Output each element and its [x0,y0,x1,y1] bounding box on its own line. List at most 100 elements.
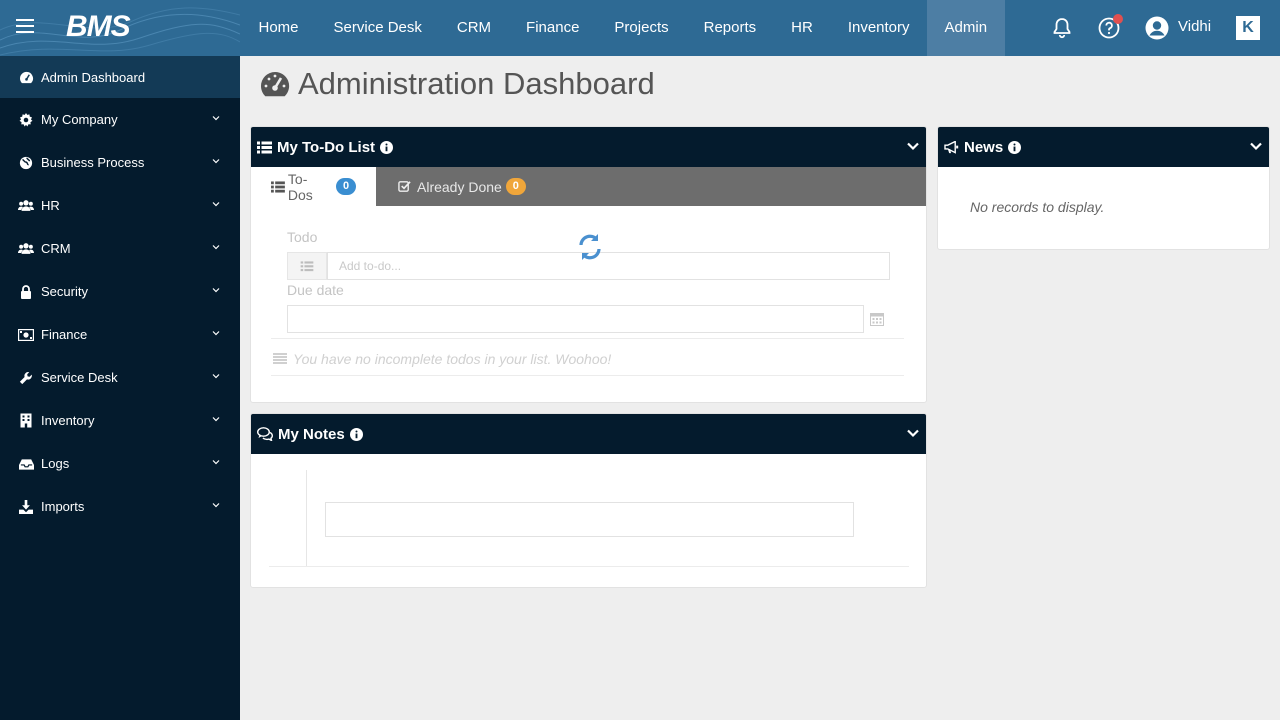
nav-reports[interactable]: Reports [686,0,774,56]
sidebar-item-my-company[interactable]: My Company [0,98,240,141]
sidebar-item-crm[interactable]: CRM [0,227,240,270]
sidebar-item-label: Admin Dashboard [41,69,146,85]
app-logo[interactable]: BMS [66,10,131,44]
nav-service-desk[interactable]: Service Desk [316,0,439,56]
nav-admin[interactable]: Admin [927,0,1005,56]
info-icon[interactable] [349,427,363,441]
page-title-text: Administration Dashboard [298,66,655,101]
user-name[interactable]: Vidhi [1178,18,1211,35]
chevron-down-icon [212,417,220,422]
todo-label: Todo [287,229,318,245]
list-icon [271,180,285,193]
money-icon [18,327,34,343]
chevron-down-icon [212,202,220,207]
brand-badge-icon[interactable]: K [1236,16,1260,40]
sidebar-item-hr[interactable]: HR [0,184,240,227]
todo-tabs: To-Dos 0 Already Done 0 [251,167,926,206]
lock-icon [18,284,34,300]
chevron-down-icon [212,460,220,465]
sidebar-item-logs[interactable]: Logs [0,442,240,485]
globe-icon [18,155,34,171]
todo-panel: My To-Do List To-Dos 0 Already Done 0 To… [250,126,927,403]
due-date-input[interactable] [287,305,864,333]
checkbox-checked-icon [398,181,411,192]
nav-home[interactable]: Home [241,0,316,56]
nav-hr[interactable]: HR [774,0,831,56]
sidebar-item-admin-dashboard[interactable]: Admin Dashboard [0,56,240,98]
chevron-down-icon [212,374,220,379]
refresh-spinner-icon [579,234,601,260]
dashboard-icon [261,71,290,97]
bullhorn-icon [944,140,959,154]
nav-crm[interactable]: CRM [439,0,508,56]
tab-label: Already Done [417,178,502,195]
nav-inventory[interactable]: Inventory [830,0,927,56]
sidebar-item-label: HR [41,198,60,213]
divider [271,375,904,376]
sidebar-item-label: Service Desk [41,370,118,385]
chevron-down-icon [212,159,220,164]
chevron-down-icon[interactable] [906,426,920,440]
sidebar-item-label: My Company [41,112,118,127]
panel-title: My Notes [278,425,345,443]
nav-projects[interactable]: Projects [597,0,686,56]
sidebar: Admin Dashboard My Company Business Proc… [0,56,240,720]
news-panel-header: News [938,127,1269,167]
todo-empty-message: You have no incomplete todos in your lis… [293,351,612,367]
panel-title: News [964,138,1004,156]
page-title: Administration Dashboard [260,66,655,102]
sidebar-item-service-desk[interactable]: Service Desk [0,356,240,399]
comments-icon [257,427,273,441]
tab-already-done[interactable]: Already Done 0 [376,167,546,206]
sidebar-item-business-process[interactable]: Business Process [0,141,240,184]
users-icon [18,241,34,257]
chevron-down-icon[interactable] [1249,139,1263,153]
users-icon [18,198,34,214]
todo-panel-header: My To-Do List [251,127,926,167]
sidebar-item-label: Business Process [41,155,145,170]
gear-icon [18,112,34,128]
chevron-down-icon [212,503,220,508]
divider [269,566,909,567]
sidebar-item-label: CRM [41,241,71,256]
main-nav: Home Service Desk CRM Finance Projects R… [241,0,1005,56]
wrench-icon [18,370,34,386]
info-icon[interactable] [1008,140,1022,154]
list-icon [273,353,287,364]
notes-panel-header: My Notes [251,414,926,454]
sidebar-item-security[interactable]: Security [0,270,240,313]
list-icon [300,260,314,271]
sidebar-item-label: Imports [41,499,85,514]
download-icon [18,499,34,515]
sidebar-item-label: Logs [41,456,70,471]
sidebar-item-label: Security [41,284,88,299]
user-avatar-icon[interactable] [1144,15,1170,41]
notes-margin-line [306,470,307,566]
todo-count-badge: 0 [336,178,356,195]
news-panel: News No records to display. [937,126,1270,250]
notes-panel: My Notes [250,413,927,588]
note-input[interactable] [325,502,854,537]
sidebar-item-inventory[interactable]: Inventory [0,399,240,442]
chevron-down-icon[interactable] [906,139,920,153]
tab-todos[interactable]: To-Dos 0 [251,167,376,206]
chevron-down-icon [212,331,220,336]
due-date-label: Due date [287,282,344,298]
sidebar-item-label: Finance [41,327,88,342]
chevron-down-icon [212,116,220,121]
chevron-down-icon [212,288,220,293]
tab-label: To-Dos [287,170,313,203]
info-icon[interactable] [380,140,394,154]
menu-toggle-icon[interactable] [16,19,34,37]
list-icon [257,141,272,154]
notification-dot [1113,14,1123,24]
todo-input[interactable]: Add to-do... [327,252,890,280]
news-empty-message: No records to display. [970,199,1105,215]
top-navbar: BMS Home Service Desk CRM Finance Projec… [0,0,1280,56]
dashboard-icon [18,69,34,85]
sidebar-item-finance[interactable]: Finance [0,313,240,356]
sidebar-item-imports[interactable]: Imports [0,485,240,528]
bell-icon[interactable] [1050,16,1074,40]
nav-finance[interactable]: Finance [509,0,597,56]
calendar-icon[interactable] [870,312,884,326]
